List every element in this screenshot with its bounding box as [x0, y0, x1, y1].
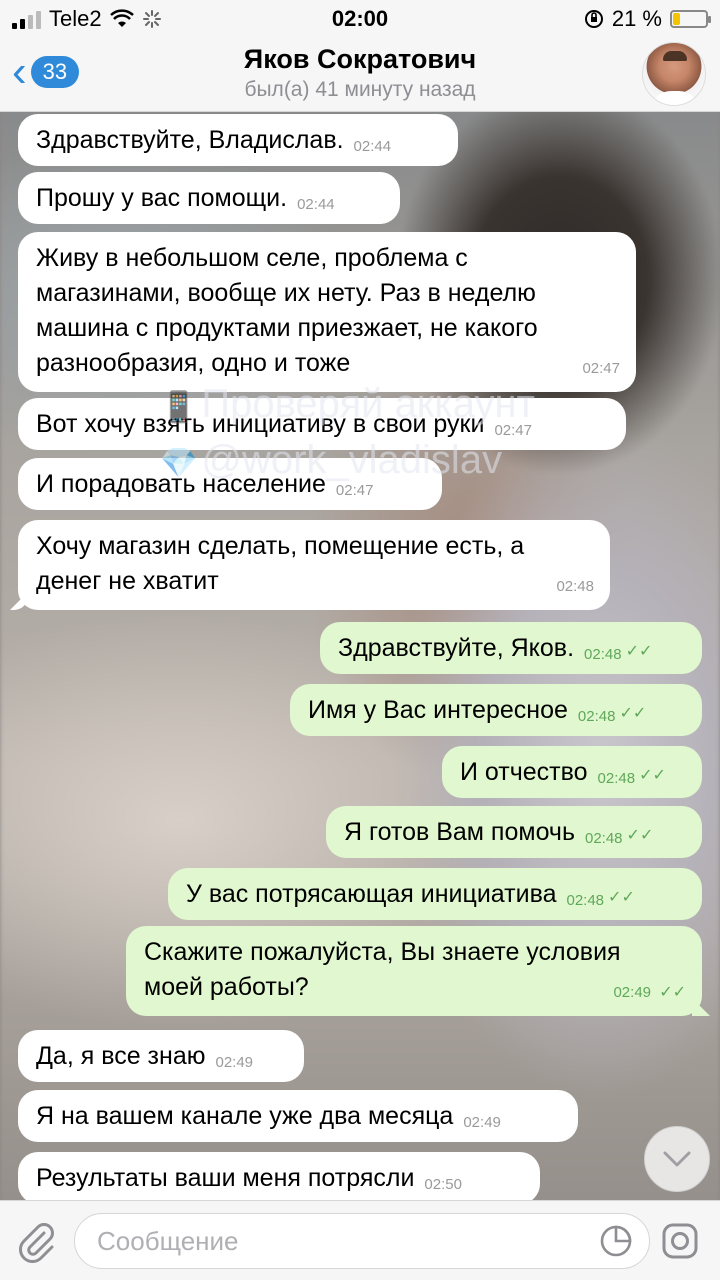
double-check-icon: ✓✓: [626, 827, 654, 844]
message-time: 02:48: [584, 646, 622, 663]
message-bubble[interactable]: Я готов Вам помочь 02:48 ✓✓: [326, 806, 702, 858]
message-time: 02:44: [297, 196, 335, 213]
message-input[interactable]: [97, 1214, 577, 1268]
message-text: Да, я все знаю: [36, 1042, 206, 1070]
message-text: Я на вашем канале уже два месяца: [36, 1102, 454, 1130]
message-bubble[interactable]: Живу в небольшом селе, проблема с магази…: [18, 232, 636, 392]
message-bubble[interactable]: Скажите пожалуйста, Вы знаете условия мо…: [126, 926, 702, 1016]
message-time: 02:47: [582, 360, 620, 377]
message-bubble[interactable]: Хочу магазин сделать, помещение есть, а …: [18, 520, 610, 610]
avatar[interactable]: [642, 42, 706, 106]
message-text: Результаты ваши меня потрясли: [36, 1164, 415, 1192]
message-time: 02:48: [566, 892, 605, 909]
message-text: Здравствуйте, Яков.: [338, 634, 575, 662]
message-text: Здравствуйте, Владислав.: [36, 126, 344, 154]
message-bubble[interactable]: И отчество 02:48 ✓✓: [442, 746, 702, 798]
camera-icon[interactable]: [660, 1221, 700, 1261]
double-check-icon: ✓✓: [659, 984, 686, 1001]
message-bubble[interactable]: Имя у Вас интересное 02:48 ✓✓: [290, 684, 702, 736]
status-bar: Tele2 02:00 21 %: [0, 0, 720, 36]
message-time: 02:49 ✓✓: [613, 975, 686, 1010]
message-input-bar: [0, 1200, 720, 1280]
message-time: 02:49: [215, 1054, 254, 1071]
message-list[interactable]: Здравствуйте, Владислав. 02:44 Прошу у ва…: [0, 112, 720, 1200]
message-field[interactable]: [74, 1213, 650, 1269]
message-bubble[interactable]: Здравствуйте, Владислав. 02:44: [18, 114, 458, 166]
message-bubble[interactable]: Я на вашем канале уже два месяца 02:49: [18, 1090, 578, 1142]
double-check-icon: ✓✓: [608, 889, 635, 906]
orientation-lock-icon: [584, 10, 603, 28]
sticker-icon[interactable]: [599, 1224, 633, 1258]
message-bubble[interactable]: Прошу у вас помощи. 02:44: [18, 172, 400, 224]
chevron-down-icon: [663, 1151, 691, 1167]
message-text: И отчество: [460, 758, 588, 786]
chat-header: ‹ 33 Яков Сократович был(а) 41 минуту на…: [0, 36, 720, 112]
message-text: Скажите пожалуйста, Вы знаете условия мо…: [144, 938, 621, 1001]
message-time: 02:47: [335, 482, 374, 499]
double-check-icon: ✓✓: [625, 643, 653, 660]
message-bubble[interactable]: И порадовать население 02:47: [18, 458, 442, 510]
message-time-value: 02:49: [613, 984, 652, 1001]
message-bubble[interactable]: У вас потрясающая инициатива 02:48 ✓✓: [168, 868, 702, 920]
message-time: 02:48: [597, 770, 636, 787]
message-time: 02:47: [494, 422, 532, 439]
message-text: У вас потрясающая инициатива: [186, 880, 557, 908]
message-text: Живу в небольшом селе, проблема с магази…: [36, 244, 538, 377]
message-time: 02:48: [584, 830, 623, 847]
battery-icon: [670, 10, 711, 28]
message-text: Вот хочу взять инициативу в свои руки: [36, 410, 485, 438]
message-text: Имя у Вас интересное: [308, 696, 568, 724]
message-bubble[interactable]: Да, я все знаю 02:49: [18, 1030, 304, 1082]
message-time: 02:49: [463, 1114, 501, 1131]
message-time: 02:48: [556, 578, 594, 595]
scroll-down-button[interactable]: [644, 1126, 710, 1192]
message-bubble[interactable]: Результаты ваши меня потрясли 02:50: [18, 1152, 540, 1200]
message-text: И порадовать население: [36, 470, 326, 498]
message-bubble[interactable]: Здравствуйте, Яков. 02:48 ✓✓: [320, 622, 702, 674]
message-time: 02:50: [424, 1176, 462, 1193]
message-time: 02:44: [353, 138, 392, 155]
paperclip-icon[interactable]: [14, 1219, 58, 1263]
double-check-icon: ✓✓: [619, 705, 647, 722]
last-seen-status: был(а) 41 минуту назад: [244, 78, 476, 101]
message-time: 02:48: [577, 708, 616, 725]
message-text: Прошу у вас помощи.: [36, 184, 288, 212]
message-bubble[interactable]: Вот хочу взять инициативу в свои руки 02:…: [18, 398, 626, 450]
contact-name[interactable]: Яков Сократович: [0, 44, 720, 75]
battery-percent: 21 %: [611, 6, 662, 31]
message-text: Хочу магазин сделать, помещение есть, а …: [36, 532, 525, 595]
message-text: Я готов Вам помочь: [344, 818, 575, 846]
double-check-icon: ✓✓: [639, 767, 666, 784]
